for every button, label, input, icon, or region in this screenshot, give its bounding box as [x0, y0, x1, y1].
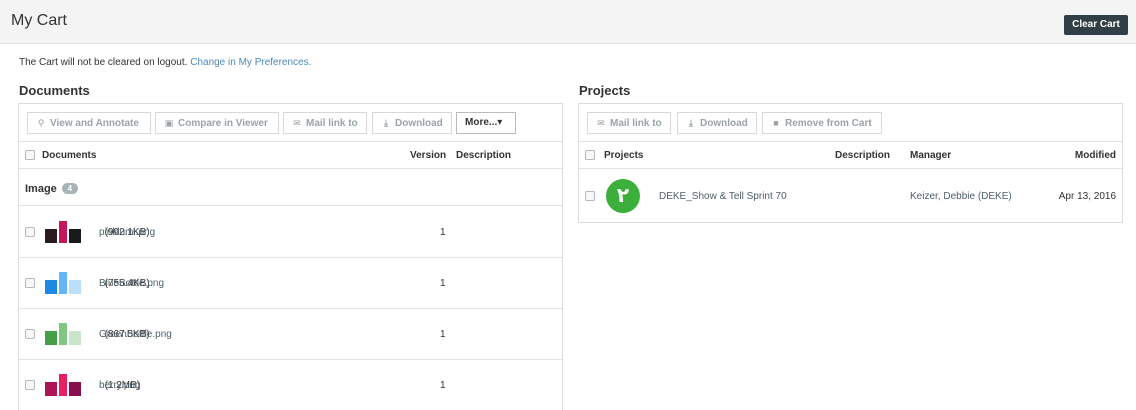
download-icon: ⤓	[384, 118, 388, 128]
document-thumbnail[interactable]	[45, 323, 81, 345]
document-filename[interactable]: GreenBottle.png	[99, 329, 172, 340]
document-version: 1	[440, 278, 446, 289]
document-file-label[interactable]: berry.png (1.2MB)	[99, 380, 141, 391]
document-row[interactable]: BlueBottle.png (755.4KB) 1	[19, 258, 562, 309]
document-thumbnail[interactable]	[45, 272, 81, 294]
project-download-button[interactable]: ⤓ Download	[677, 112, 757, 134]
version-column-header[interactable]: Version	[410, 150, 446, 161]
document-version: 1	[440, 380, 446, 391]
thumbnail-swatch	[69, 382, 81, 396]
compare-viewer-button[interactable]: ▣ Compare in Viewer	[155, 112, 279, 134]
thumbnail-swatch	[59, 374, 67, 396]
thumbnail-swatch	[69, 331, 81, 345]
doc-download-label: Download	[395, 118, 443, 129]
project-download-label: Download	[700, 118, 748, 129]
document-row[interactable]: pinklumi.png (992.1KB) 1	[19, 207, 562, 258]
trash-icon: ■	[773, 118, 779, 128]
document-checkbox[interactable]	[25, 380, 35, 390]
projects-panel: ✉ Mail link to ⤓ Download ■ Remove from Car…	[578, 103, 1123, 223]
thumbnail-swatch	[45, 382, 57, 396]
document-checkbox[interactable]	[25, 329, 35, 339]
group-label-text: Image	[25, 183, 57, 195]
description-column-header[interactable]: Description	[456, 150, 511, 161]
document-thumbnail[interactable]	[45, 374, 81, 396]
doc-download-button[interactable]: ⤓ Download	[372, 112, 452, 134]
document-filename[interactable]: berry.png	[99, 380, 141, 391]
image-group-row[interactable]: Image 4	[19, 170, 562, 206]
preferences-link[interactable]: Change in My Preferences.	[190, 57, 311, 68]
select-all-projects-checkbox[interactable]	[585, 150, 595, 160]
document-checkbox[interactable]	[25, 278, 35, 288]
doc-mail-link-label: Mail link to	[306, 118, 358, 129]
project-row[interactable]: ٢ DEKE_Show & Tell Sprint 70 Keizer, Debbi…	[579, 170, 1122, 222]
project-manager: Keizer, Debbie (DEKE)	[910, 191, 1012, 202]
cart-notice: The Cart will not be cleared on logout. …	[19, 57, 311, 68]
project-checkbox[interactable]	[585, 191, 595, 201]
thumbnail-swatch	[45, 229, 57, 243]
document-thumbnail[interactable]	[45, 221, 81, 243]
select-all-documents-checkbox[interactable]	[25, 150, 35, 160]
document-filename[interactable]: pinklumi.png	[99, 227, 155, 238]
project-mail-link-button[interactable]: ✉ Mail link to	[587, 112, 671, 134]
document-row[interactable]: berry.png (1.2MB) 1	[19, 360, 562, 410]
thumbnail-swatch	[59, 221, 67, 243]
notice-text: The Cart will not be cleared on logout.	[19, 57, 188, 68]
thumbnail-swatch	[59, 272, 67, 294]
projects-section-title: Projects	[579, 83, 631, 98]
document-checkbox[interactable]	[25, 227, 35, 237]
thumbnail-swatch	[45, 331, 57, 345]
document-filename[interactable]: BlueBottle.png	[99, 278, 164, 289]
mail-icon: ✉	[293, 118, 301, 128]
documents-column-header[interactable]: Documents	[42, 150, 96, 161]
projects-toolbar: ✉ Mail link to ⤓ Download ■ Remove from Car…	[579, 104, 1122, 142]
view-annotate-label: View and Annotate	[50, 118, 139, 129]
remove-from-cart-button[interactable]: ■ Remove from Cart	[762, 112, 882, 134]
manager-column-header[interactable]: Manager	[910, 150, 951, 161]
thumbnail-swatch	[59, 323, 67, 345]
document-file-label[interactable]: BlueBottle.png (755.4KB)	[99, 278, 164, 289]
document-version: 1	[440, 227, 446, 238]
modified-column-header[interactable]: Modified	[1075, 150, 1116, 161]
page-title: My Cart	[11, 12, 67, 29]
page-header: My Cart Clear Cart	[0, 0, 1136, 44]
document-file-label[interactable]: pinklumi.png (992.1KB)	[99, 227, 155, 238]
doc-mail-link-button[interactable]: ✉ Mail link to	[283, 112, 367, 134]
clear-cart-button[interactable]: Clear Cart	[1064, 15, 1128, 35]
document-file-label[interactable]: GreenBottle.png (867.5KB)	[99, 329, 172, 340]
document-version: 1	[440, 329, 446, 340]
thumbnail-swatch	[69, 280, 81, 294]
compare-icon: ▣	[164, 118, 174, 128]
project-mail-link-label: Mail link to	[610, 118, 662, 129]
project-name[interactable]: DEKE_Show & Tell Sprint 70	[659, 191, 787, 202]
documents-toolbar: ⚲ View and Annotate ▣ Compare in Viewer ✉ M…	[19, 104, 562, 142]
documents-section-title: Documents	[19, 83, 90, 98]
group-count-badge: 4	[61, 183, 78, 194]
mail-icon: ✉	[597, 118, 605, 128]
project-swirl-icon[interactable]: ٢	[606, 179, 640, 213]
compare-viewer-label: Compare in Viewer	[178, 118, 268, 129]
more-dropdown-button[interactable]: More...▾	[456, 112, 516, 134]
thumbnail-swatch	[69, 229, 81, 243]
documents-panel: ⚲ View and Annotate ▣ Compare in Viewer ✉ M…	[18, 103, 563, 410]
download-icon: ⤓	[689, 118, 693, 128]
document-row[interactable]: GreenBottle.png (867.5KB) 1	[19, 309, 562, 360]
documents-table-header: Documents Version Description	[19, 142, 562, 169]
group-label: Image 4	[25, 183, 78, 195]
thumbnail-swatch	[45, 280, 57, 294]
search-icon: ⚲	[37, 118, 45, 128]
project-modified: Apr 13, 2016	[1058, 191, 1116, 202]
projects-column-header[interactable]: Projects	[604, 150, 643, 161]
project-description-column-header[interactable]: Description	[835, 150, 890, 161]
remove-from-cart-label: Remove from Cart	[785, 118, 872, 129]
projects-table-header: Projects Description Manager Modified	[579, 142, 1122, 169]
view-annotate-button[interactable]: ⚲ View and Annotate	[27, 112, 151, 134]
